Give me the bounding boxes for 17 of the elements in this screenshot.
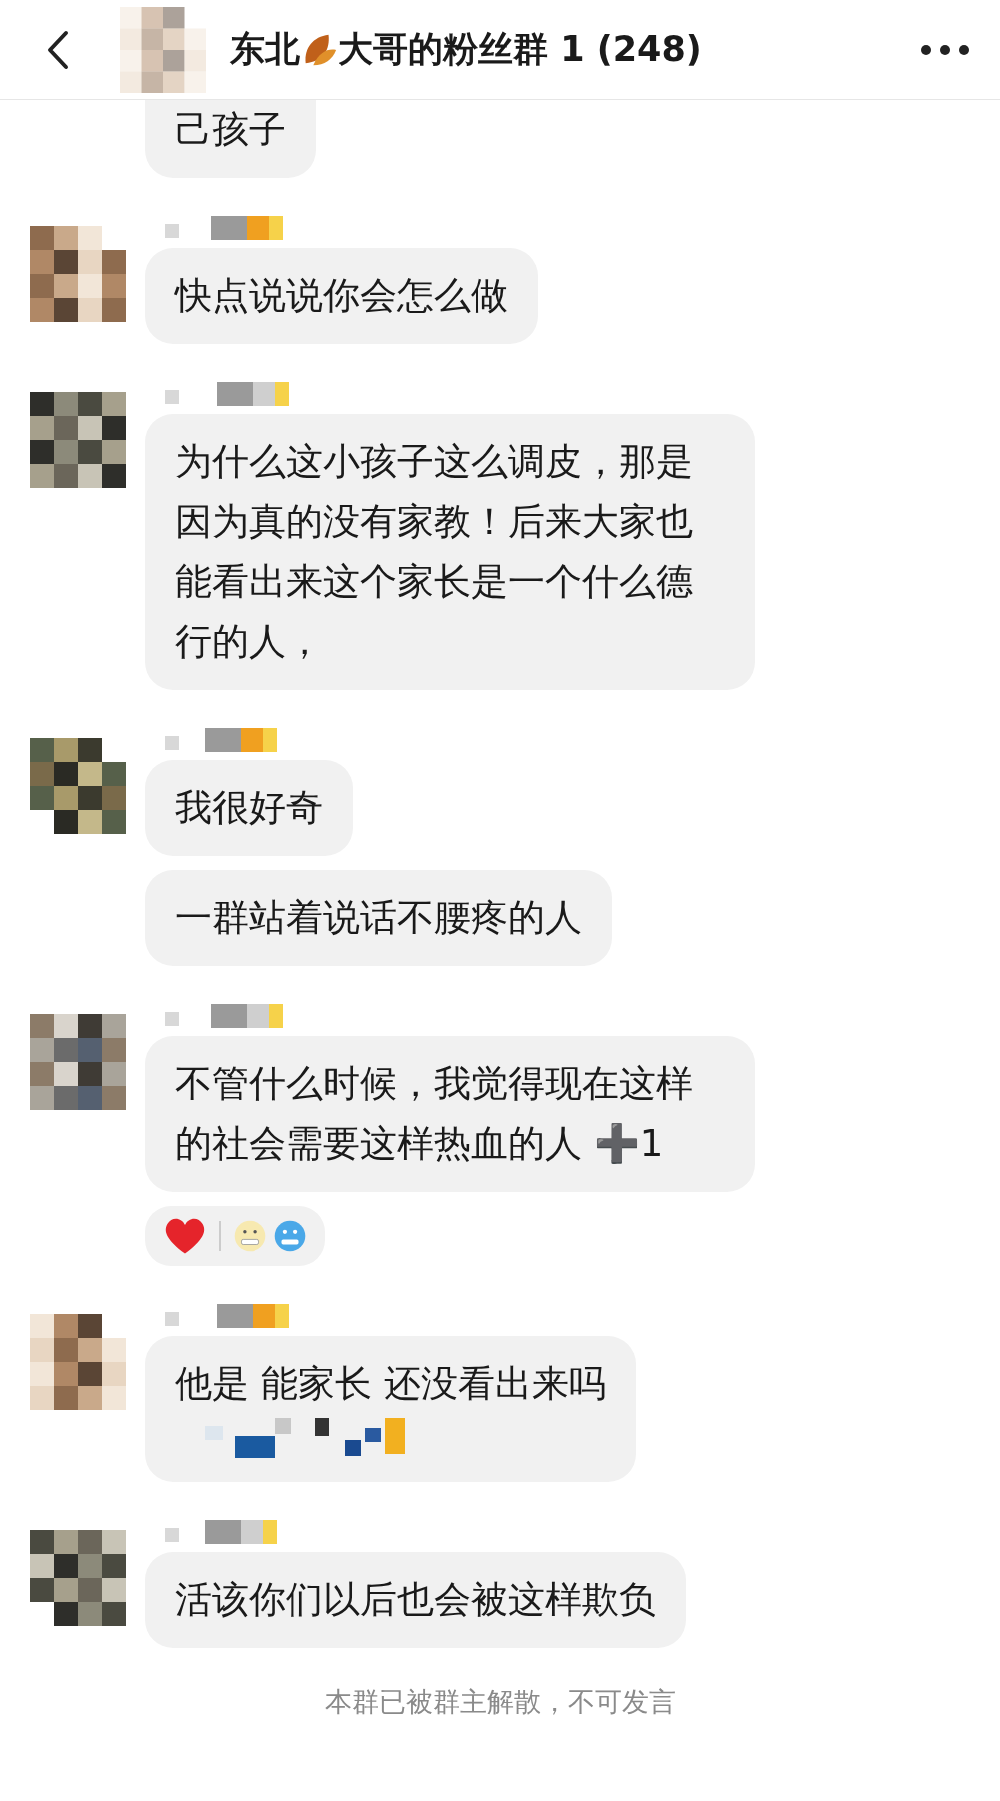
message-text: 己孩子 bbox=[175, 107, 286, 153]
message-text: 不管什么时候，我觉得现在这样的社会需要这样热血的人 ➕1 bbox=[175, 1061, 694, 1167]
reaction-bar[interactable] bbox=[145, 1206, 325, 1266]
chat-title: 大哥的粉丝群 1 (248) bbox=[338, 28, 702, 71]
chat-notice: 本群已被群主解散，不可发言 bbox=[323, 1685, 677, 1719]
face-icon bbox=[233, 1219, 267, 1253]
message-text: 活该你们以后也会被这样欺负 bbox=[175, 1577, 656, 1623]
message-text: 快点说说你会怎么做 bbox=[175, 273, 508, 319]
chat-title: 东北 bbox=[230, 28, 300, 71]
back-icon[interactable] bbox=[46, 29, 70, 70]
message-text: 他是 能家长 还没看出来吗 bbox=[175, 1361, 606, 1407]
message-text: 为什么这小孩子这么调皮，那是因为真的没有家教！后来大家也能看出来这个家长是一个什么德行的人， bbox=[175, 439, 694, 665]
heart-icon bbox=[163, 1216, 207, 1256]
message-text: 我很好奇 bbox=[175, 785, 323, 831]
cold-face-icon bbox=[273, 1219, 307, 1253]
message-text: 一群站着说话不腰疼的人 bbox=[175, 895, 582, 941]
more-icon[interactable] bbox=[920, 43, 970, 56]
